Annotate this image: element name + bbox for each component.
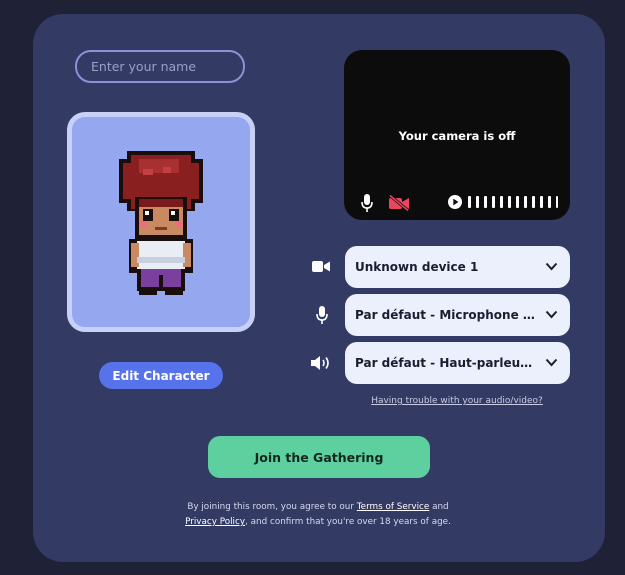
speaker-select-value: Par défaut - Haut-parleurs MacBook Pro — [355, 356, 538, 370]
microphone-select[interactable]: Par défaut - Microphone MacBook Pro — [345, 294, 570, 336]
terms-of-service-link[interactable]: Terms of Service — [357, 502, 430, 512]
microphone-device-row: Par défaut - Microphone MacBook Pro — [308, 294, 570, 336]
audio-level-meter — [468, 196, 558, 208]
speaker-device-row: Par défaut - Haut-parleurs MacBook Pro — [308, 342, 570, 384]
privacy-policy-link[interactable]: Privacy Policy — [185, 517, 245, 527]
camera-icon — [312, 261, 330, 272]
chevron-down-icon — [545, 358, 558, 367]
avatar-sprite — [119, 151, 203, 295]
microphone-select-value: Par défaut - Microphone MacBook Pro — [355, 308, 538, 322]
play-icon[interactable] — [448, 195, 462, 209]
chevron-down-icon — [545, 310, 558, 319]
camera-off-icon[interactable] — [388, 195, 410, 211]
terms-notice: By joining this room, you agree to our T… — [150, 500, 486, 530]
camera-preview: Your camera is off — [344, 50, 570, 220]
av-trouble-link[interactable]: Having trouble with your audio/video? — [344, 396, 570, 406]
camera-device-row: Unknown device 1 — [308, 246, 570, 288]
microphone-icon — [316, 306, 328, 324]
edit-character-button[interactable]: Edit Character — [99, 362, 223, 389]
avatar-preview — [67, 112, 255, 332]
microphone-icon[interactable] — [361, 194, 373, 212]
join-gathering-button[interactable]: Join the Gathering — [208, 436, 430, 478]
camera-select-value: Unknown device 1 — [355, 260, 479, 274]
camera-select[interactable]: Unknown device 1 — [345, 246, 570, 288]
chevron-down-icon — [545, 262, 558, 271]
name-input[interactable] — [75, 50, 245, 83]
terms-prefix: By joining this room, you agree to our — [187, 502, 354, 512]
terms-suffix: , and confirm that you're over 18 years … — [245, 517, 451, 527]
speaker-select[interactable]: Par défaut - Haut-parleurs MacBook Pro — [345, 342, 570, 384]
speaker-icon — [311, 356, 329, 370]
terms-and: and — [432, 502, 449, 512]
